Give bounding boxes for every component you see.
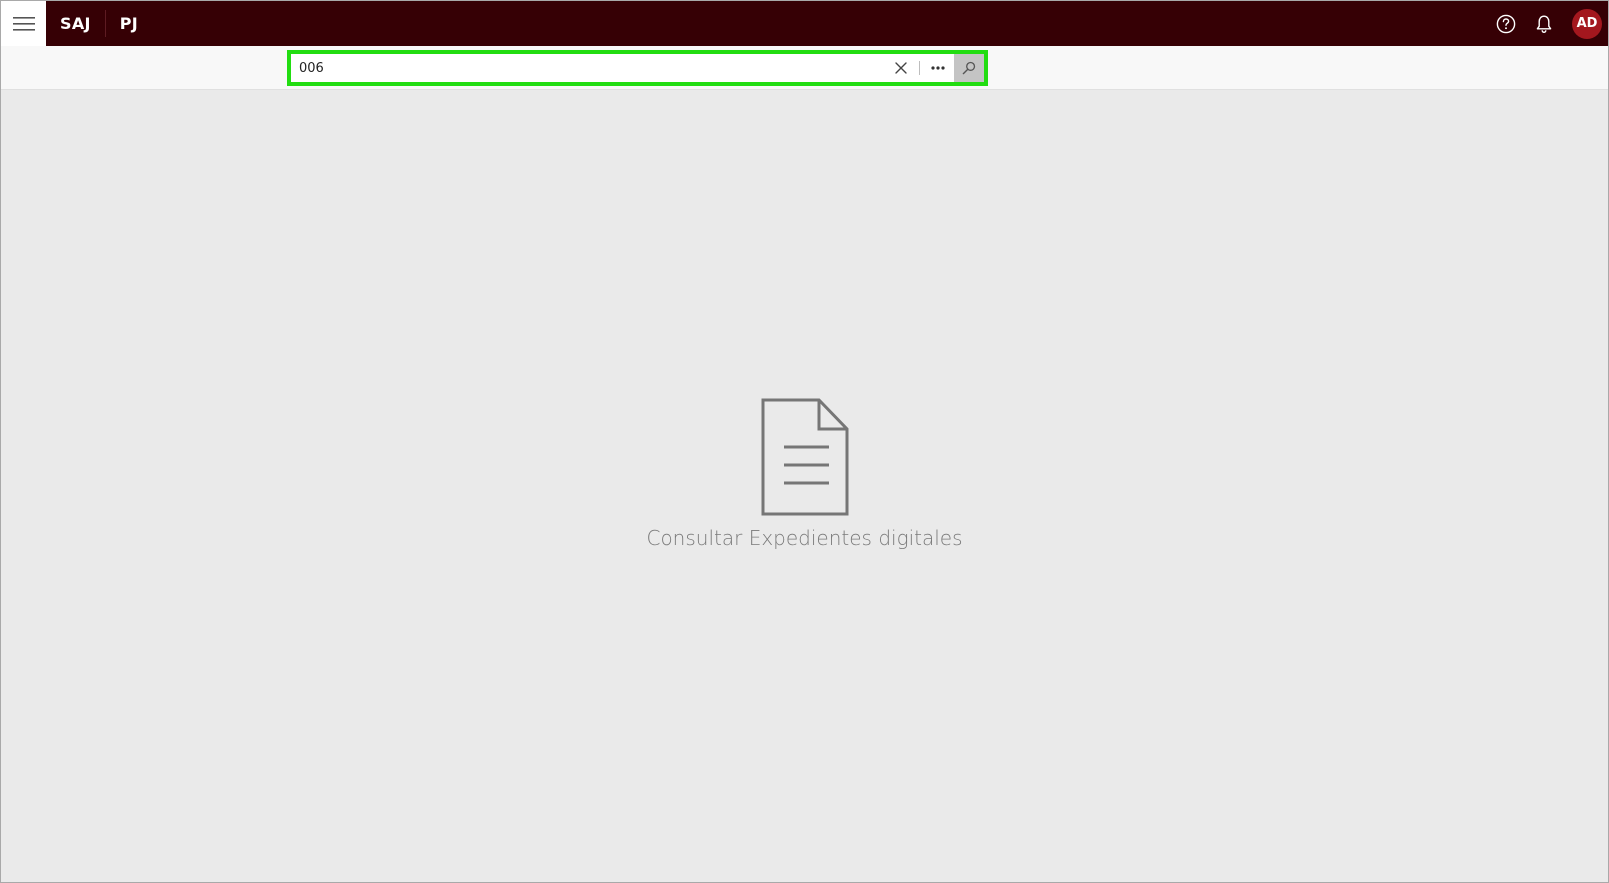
brand-saj[interactable]: SAJ xyxy=(60,14,91,33)
search-strip xyxy=(1,46,1608,90)
empty-state: Consultar Expedientes digitales xyxy=(1,396,1608,550)
brand-pj[interactable]: PJ xyxy=(120,14,138,33)
empty-state-title: Consultar Expedientes digitales xyxy=(646,526,963,550)
brand-divider xyxy=(104,10,106,37)
search-icon xyxy=(962,61,976,75)
notifications-button[interactable] xyxy=(1526,6,1562,42)
user-avatar[interactable]: AD xyxy=(1572,8,1602,39)
more-options-button[interactable] xyxy=(924,54,952,82)
search-divider xyxy=(919,61,920,75)
bell-icon xyxy=(1536,15,1552,33)
top-right-actions: AD xyxy=(1488,1,1608,46)
menu-button[interactable] xyxy=(1,1,46,46)
document-icon xyxy=(761,398,848,516)
close-icon xyxy=(895,62,907,74)
search-button[interactable] xyxy=(954,54,984,82)
hamburger-menu-icon xyxy=(12,16,35,31)
search-input[interactable] xyxy=(291,54,887,82)
top-bar: SAJ PJ AD xyxy=(1,1,1608,46)
search-box xyxy=(287,50,988,86)
more-options-icon xyxy=(931,66,945,70)
clear-search-button[interactable] xyxy=(887,54,915,82)
help-button[interactable] xyxy=(1488,6,1524,42)
help-icon xyxy=(1496,14,1516,33)
app-window: SAJ PJ AD 006 Consultar Expedientes digi… xyxy=(0,0,1609,883)
